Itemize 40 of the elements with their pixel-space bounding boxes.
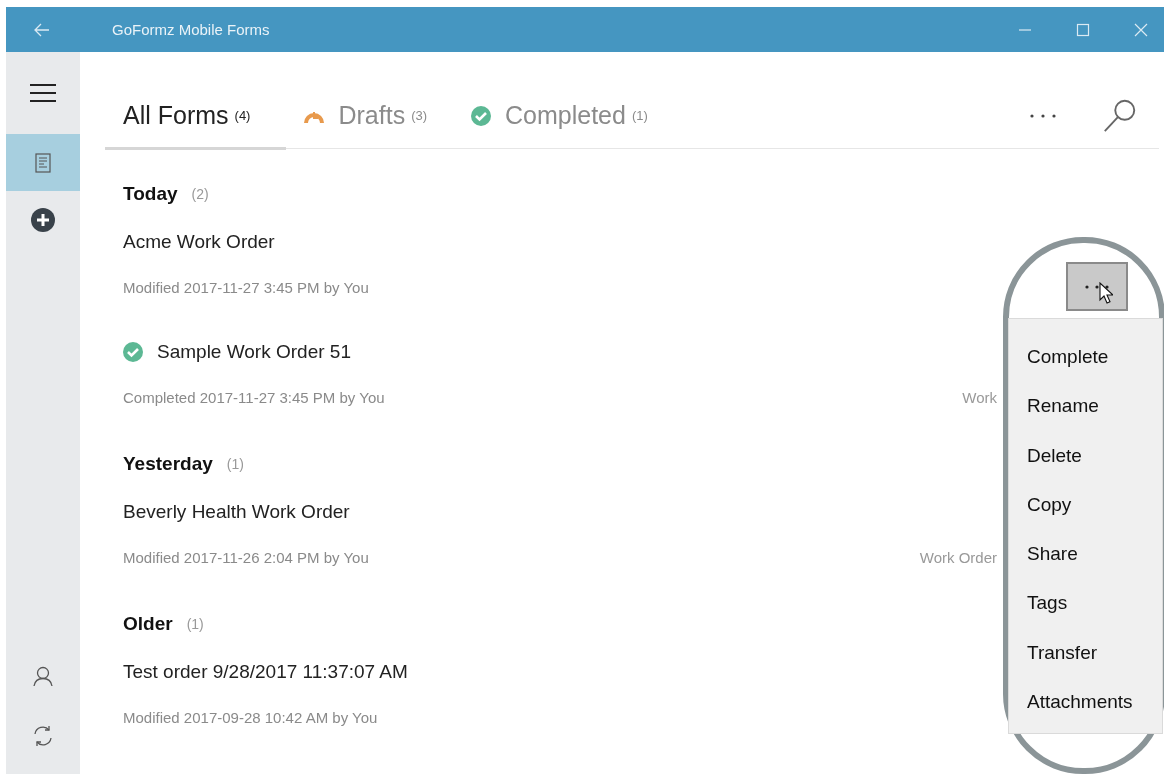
menu-icon[interactable] <box>29 83 57 103</box>
group-count: (2) <box>191 186 209 202</box>
tab[interactable]: Drafts (3) <box>286 84 454 150</box>
form-name[interactable]: Beverly Health Work Order <box>123 501 350 523</box>
menu-item[interactable]: Tags <box>1009 578 1162 628</box>
tab[interactable]: Completed (1) <box>453 84 674 150</box>
cursor-icon <box>1099 282 1113 304</box>
form-details: Modified 2017-11-26 2:04 PM by You <box>123 548 369 566</box>
back-icon[interactable] <box>34 22 50 37</box>
form-details: Completed 2017-11-27 3:45 PM by You <box>123 388 385 406</box>
form-details: Modified 2017-09-28 10:42 AM by You <box>123 708 378 726</box>
check-icon <box>471 105 492 126</box>
menu-item[interactable]: Transfer <box>1009 627 1162 678</box>
menu-item[interactable]: Attachments <box>1009 677 1162 727</box>
menu-item[interactable]: Copy <box>1009 479 1162 530</box>
form-details: Modified 2017-11-27 3:45 PM by You <box>123 278 369 296</box>
form-name[interactable]: Acme Work Order <box>123 231 275 253</box>
form-name[interactable]: Test order 9/28/2017 11:37:07 AM <box>123 661 408 683</box>
more-button[interactable] <box>1066 262 1128 311</box>
group-count: (1) <box>226 456 244 472</box>
menu-item[interactable]: Complete <box>1009 332 1162 382</box>
group-title: Older <box>123 613 173 635</box>
maximize-icon[interactable] <box>1076 22 1090 37</box>
close-icon[interactable] <box>1134 22 1148 37</box>
menu-item[interactable]: Share <box>1009 529 1162 579</box>
menu-item[interactable]: Rename <box>1009 381 1162 431</box>
tab[interactable]: All Forms (4) <box>105 84 287 150</box>
window-title: GoFormz Mobile Forms <box>112 21 270 38</box>
check-icon <box>123 342 143 362</box>
more-icon[interactable] <box>1029 113 1057 119</box>
group-count: (1) <box>186 616 204 632</box>
form-type: Work Order <box>919 548 997 566</box>
sync-icon[interactable] <box>32 725 54 747</box>
group-title: Today <box>123 183 178 205</box>
menu-item[interactable]: Delete <box>1009 430 1162 480</box>
form-type: Work <box>962 388 997 406</box>
add-icon[interactable] <box>31 207 55 232</box>
form-name[interactable]: Sample Work Order 51 <box>157 341 351 363</box>
group-title: Yesterday <box>123 453 213 475</box>
user-icon[interactable] <box>33 665 53 687</box>
